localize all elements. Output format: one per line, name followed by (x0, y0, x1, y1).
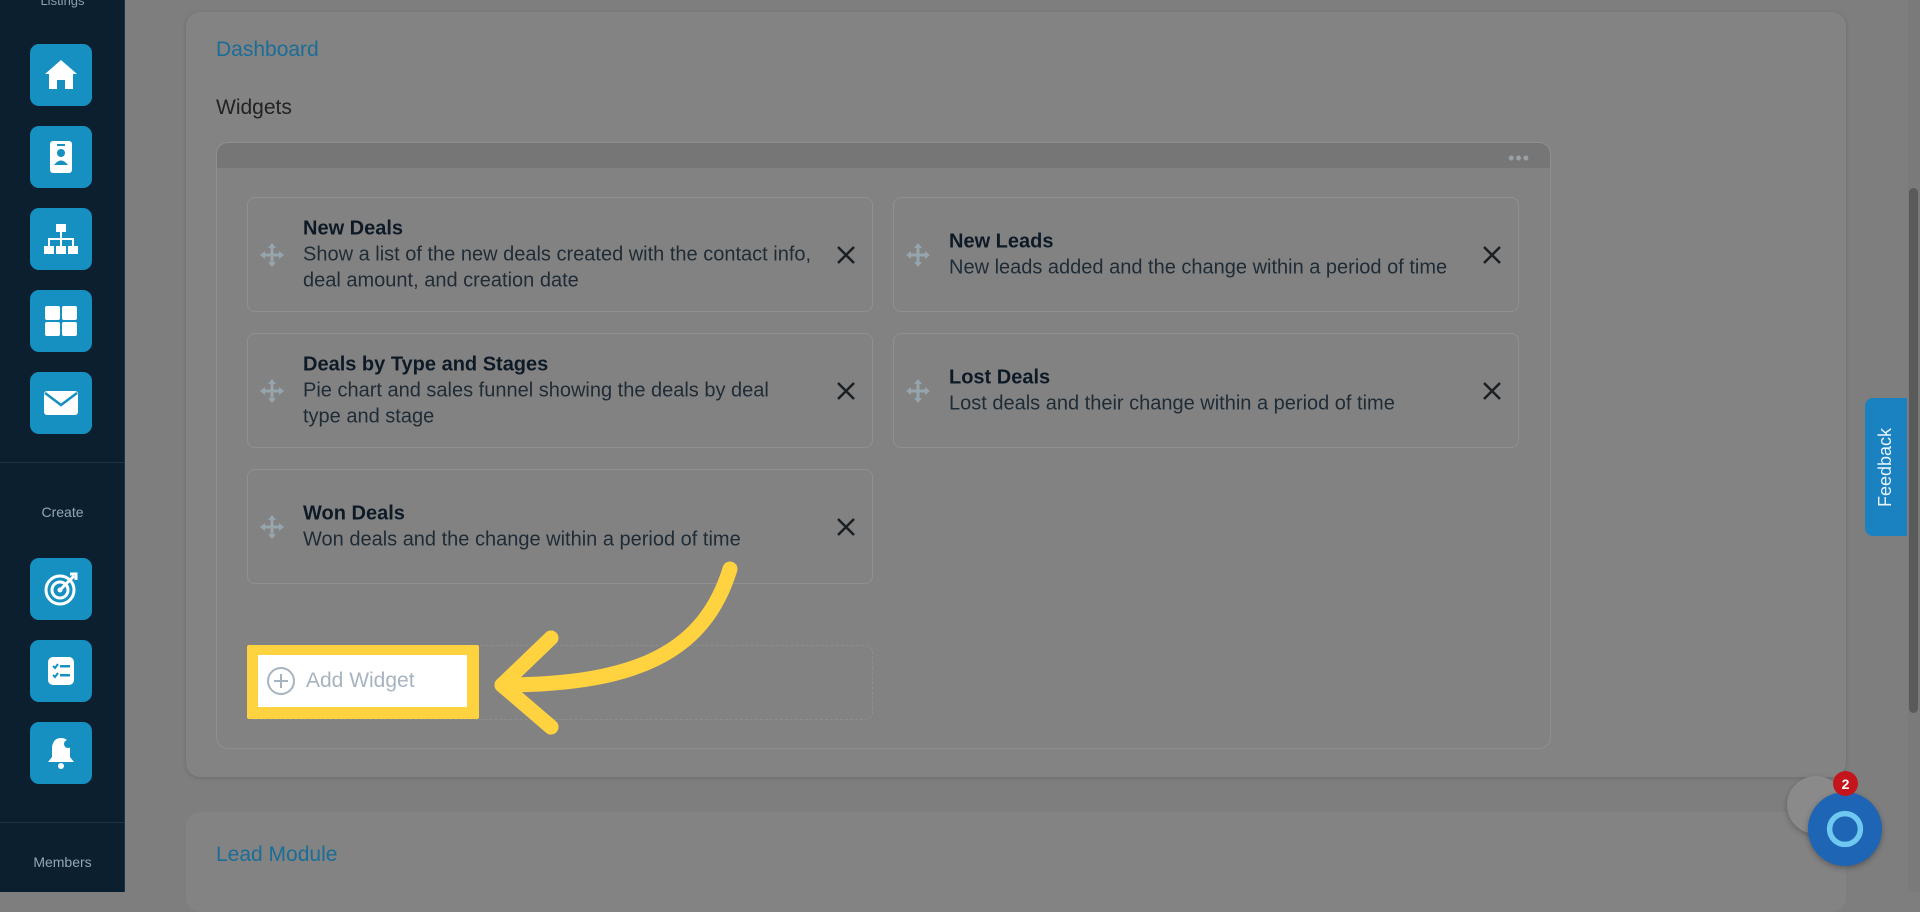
sidebar-home-button[interactable] (30, 44, 92, 106)
bell-alert-icon (48, 738, 74, 769)
feedback-label: Feedback (1875, 427, 1896, 507)
sidebar-section-label-create: Create (41, 504, 84, 520)
sidebar-divider (0, 462, 125, 463)
sidebar-section-label-listings: Listings (40, 0, 85, 8)
sidebar-target-button[interactable] (30, 558, 92, 620)
lead-module-link[interactable]: Lead Module (216, 843, 337, 867)
close-icon[interactable] (834, 515, 858, 539)
sidebar-org-chart-button[interactable] (30, 208, 92, 270)
widgets-panel-header: ••• (217, 143, 1550, 168)
scrollbar-thumb[interactable] (1909, 188, 1918, 713)
widget-description: Lost deals and their change within a per… (949, 392, 1395, 414)
add-widget-button[interactable]: Add Widget (258, 655, 467, 707)
drag-handle-icon[interactable] (904, 377, 932, 405)
home-icon (45, 60, 77, 89)
widget-title: New Deals (303, 217, 404, 239)
widget-description: Won deals and the change within a period… (303, 528, 741, 550)
tutorial-arrow-icon (494, 561, 738, 735)
widget-description: Show a list of the new deals created wit… (303, 243, 812, 291)
drag-handle-icon[interactable] (258, 513, 286, 541)
close-icon[interactable] (1480, 379, 1504, 403)
feedback-tab[interactable]: Feedback (1865, 398, 1907, 536)
plus-circle-icon (267, 667, 295, 695)
sidebar-section-label-members: Members (33, 854, 92, 870)
target-icon (44, 572, 78, 606)
widget-card-lost-deals[interactable]: Lost Deals Lost deals and their change w… (893, 333, 1519, 448)
widget-description: Pie chart and sales funnel showing the d… (303, 379, 769, 427)
chat-notification-badge: 2 (1833, 771, 1858, 796)
lead-module-card (186, 812, 1846, 912)
grid-icon (45, 306, 77, 336)
widget-title: Won Deals (303, 502, 405, 524)
close-icon[interactable] (834, 379, 858, 403)
close-icon[interactable] (834, 243, 858, 267)
breadcrumb-dashboard[interactable]: Dashboard (216, 38, 319, 62)
sidebar-mail-button[interactable] (30, 372, 92, 434)
sidebar-alerts-button[interactable] (30, 722, 92, 784)
drag-handle-icon[interactable] (904, 241, 932, 269)
widget-description: New leads added and the change within a … (949, 256, 1448, 278)
drag-handle-icon[interactable] (258, 377, 286, 405)
contacts-icon (50, 141, 72, 173)
sidebar-divider (0, 822, 125, 823)
widget-card-deals-by-type[interactable]: Deals by Type and Stages Pie chart and s… (247, 333, 873, 448)
close-icon[interactable] (1480, 243, 1504, 267)
widget-card-new-deals[interactable]: New Deals Show a list of the new deals c… (247, 197, 873, 312)
sidebar: Listings Create Members (0, 0, 125, 892)
widget-card-new-leads[interactable]: New Leads New leads added and the change… (893, 197, 1519, 312)
sidebar-tasks-button[interactable] (30, 640, 92, 702)
chat-ring-icon (1826, 810, 1864, 848)
add-widget-label: Add Widget (306, 669, 415, 692)
sidebar-grid-button[interactable] (30, 290, 92, 352)
chat-launcher-button[interactable] (1808, 792, 1882, 866)
widget-title: Deals by Type and Stages (303, 353, 549, 375)
widgets-section-title: Widgets (216, 96, 292, 119)
task-list-icon (48, 657, 74, 685)
drag-handle-icon[interactable] (258, 241, 286, 269)
sidebar-contacts-button[interactable] (30, 126, 92, 188)
org-chart-icon (44, 224, 78, 254)
mail-icon (44, 391, 78, 415)
more-options-icon[interactable]: ••• (1508, 148, 1530, 169)
widget-title: New Leads (949, 230, 1054, 252)
widget-title: Lost Deals (949, 366, 1051, 388)
